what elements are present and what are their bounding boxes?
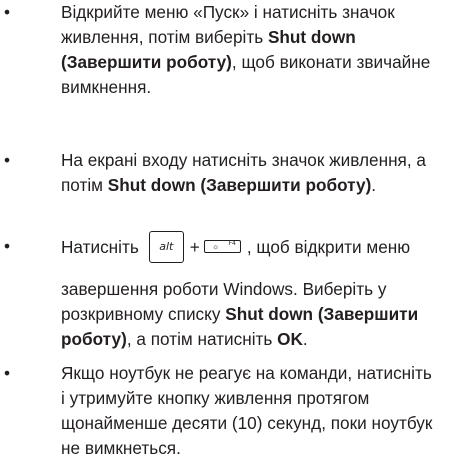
text-run: Якщо ноутбук не реагує на команди, натис… <box>61 363 432 383</box>
text-run: . <box>302 329 308 349</box>
bold-text-run: Shut down (Завершити <box>225 304 419 324</box>
text-run: , щоб виконати звичайне <box>231 52 431 72</box>
text-run: . <box>371 175 377 195</box>
list-item-text: Відкрийте меню «Пуск» і натисніть значок… <box>61 0 466 100</box>
plus-sign: + <box>189 236 200 257</box>
text-line: не вимкнеться. <box>61 436 466 461</box>
bullet: • <box>3 2 11 22</box>
f4-key-icon: ☼ F4 <box>203 239 241 253</box>
bullet: • <box>3 150 11 170</box>
brightness-icon: ☼ <box>211 241 220 251</box>
bullet: • <box>3 236 11 256</box>
text-run: щонайменше десяти (10) секунд, поки ноут… <box>61 413 433 433</box>
text-run: На екрані входу натисніть значок живленн… <box>61 150 426 170</box>
text-line: і утримуйте кнопку живлення протягом <box>61 386 466 411</box>
bold-text-run: (Завершити роботу) <box>61 52 232 72</box>
bold-text-run: Shut down <box>267 27 356 47</box>
text-run: вимкнення. <box>61 77 152 97</box>
text-line: Якщо ноутбук не реагує на команди, натис… <box>61 361 466 386</box>
text-line: Відкрийте меню «Пуск» і натисніть значок <box>61 0 466 25</box>
list-item-text: завершення роботи Windows. Виберіть у роз… <box>61 277 466 352</box>
text-line: розкривному списку Shut down (Завершити <box>61 302 466 327</box>
text-line: живлення, потім виберіть Shut down <box>61 25 466 50</box>
alt-key-icon: alt <box>148 231 184 263</box>
text-run: і утримуйте кнопку живлення протягом <box>61 388 370 408</box>
text-line: роботу), а потім натисніть OK. <box>61 327 466 352</box>
text-run: розкривному списку <box>61 304 226 324</box>
text-line: вимкнення. <box>61 75 466 100</box>
text-run: завершення роботи Windows. Виберіть у <box>61 279 387 299</box>
list-item-text: Якщо ноутбук не реагує на команди, натис… <box>61 361 466 461</box>
text-line: (Завершити роботу), щоб виконати звичайн… <box>61 50 466 75</box>
key-combination-row: Натисніть alt + ☼ F4 , щоб відкрити меню <box>61 230 410 264</box>
key-row-before-text: Натисніть <box>61 236 139 257</box>
bold-text-run: Shut down (Завершити роботу) <box>107 175 372 195</box>
f4-key-label: F4 <box>228 239 236 247</box>
bullet: • <box>3 363 11 383</box>
text-line: завершення роботи Windows. Виберіть у <box>61 277 466 302</box>
text-line: потім Shut down (Завершити роботу). <box>61 173 466 198</box>
key-row-after-text: , щоб відкрити меню <box>246 236 411 257</box>
bold-text-run: OK <box>277 329 303 349</box>
text-run: потім <box>61 175 108 195</box>
text-line: щонайменше десяти (10) секунд, поки ноут… <box>61 411 466 436</box>
text-run: живлення, потім виберіть <box>61 27 268 47</box>
text-run: , а потім натисніть <box>126 329 278 349</box>
bold-text-run: роботу) <box>61 329 127 349</box>
text-run: Відкрийте меню «Пуск» і натисніть значок <box>61 2 395 22</box>
text-run: не вимкнеться. <box>61 438 181 458</box>
list-item-text: На екрані входу натисніть значок живленн… <box>61 148 466 198</box>
text-line: На екрані входу натисніть значок живленн… <box>61 148 466 173</box>
